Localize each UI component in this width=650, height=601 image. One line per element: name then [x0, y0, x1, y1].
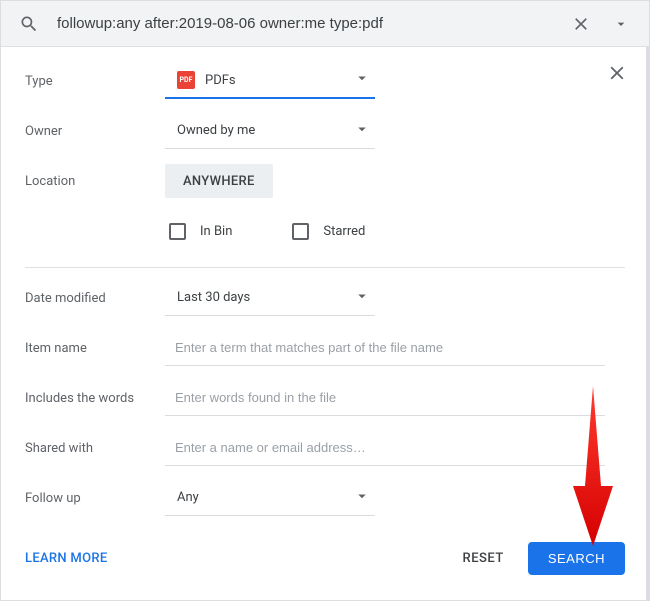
- owner-value: Owned by me: [177, 123, 255, 138]
- search-icon: [17, 12, 41, 36]
- scrollbar[interactable]: [646, 47, 649, 600]
- search-options-dropdown-icon[interactable]: [609, 12, 633, 36]
- chevron-down-icon: [353, 120, 371, 142]
- date-modified-dropdown[interactable]: Last 30 days: [165, 280, 375, 316]
- owner-label: Owner: [25, 124, 165, 139]
- divider: [25, 267, 625, 268]
- date-modified-label: Date modified: [25, 291, 165, 306]
- checkbox-icon: [169, 223, 186, 240]
- owner-dropdown[interactable]: Owned by me: [165, 113, 375, 149]
- type-value: PDFs: [205, 73, 236, 88]
- close-panel-button[interactable]: [605, 61, 629, 85]
- learn-more-link[interactable]: LEARN MORE: [25, 551, 107, 566]
- location-label: Location: [25, 174, 165, 189]
- starred-checkbox[interactable]: Starred: [292, 223, 365, 240]
- type-dropdown[interactable]: PDF PDFs: [165, 63, 375, 99]
- clear-search-icon[interactable]: [569, 12, 593, 36]
- location-chip[interactable]: ANYWHERE: [165, 164, 273, 198]
- follow-up-dropdown[interactable]: Any: [165, 480, 375, 516]
- in-bin-checkbox[interactable]: In Bin: [169, 223, 232, 240]
- item-name-label: Item name: [25, 341, 165, 356]
- follow-up-label: Follow up: [25, 491, 165, 506]
- chevron-down-icon: [353, 487, 371, 509]
- in-bin-label: In Bin: [200, 224, 232, 239]
- chevron-down-icon: [353, 69, 371, 91]
- date-modified-value: Last 30 days: [177, 290, 250, 305]
- pdf-icon: PDF: [177, 71, 195, 89]
- item-name-input[interactable]: [165, 330, 605, 366]
- includes-words-input[interactable]: [165, 380, 605, 416]
- reset-button[interactable]: RESET: [453, 543, 514, 574]
- footer: LEARN MORE RESET SEARCH: [1, 524, 649, 593]
- checkbox-icon: [292, 223, 309, 240]
- advanced-search-panel: Type PDF PDFs Owner Owned by me Location…: [1, 47, 649, 522]
- includes-words-label: Includes the words: [25, 391, 165, 406]
- type-label: Type: [25, 74, 165, 89]
- chevron-down-icon: [353, 287, 371, 309]
- follow-up-value: Any: [177, 490, 199, 505]
- starred-label: Starred: [323, 224, 365, 239]
- shared-with-label: Shared with: [25, 441, 165, 456]
- shared-with-input[interactable]: [165, 430, 605, 466]
- search-bar: [1, 1, 649, 47]
- search-input[interactable]: [49, 15, 561, 32]
- search-button[interactable]: SEARCH: [528, 542, 625, 575]
